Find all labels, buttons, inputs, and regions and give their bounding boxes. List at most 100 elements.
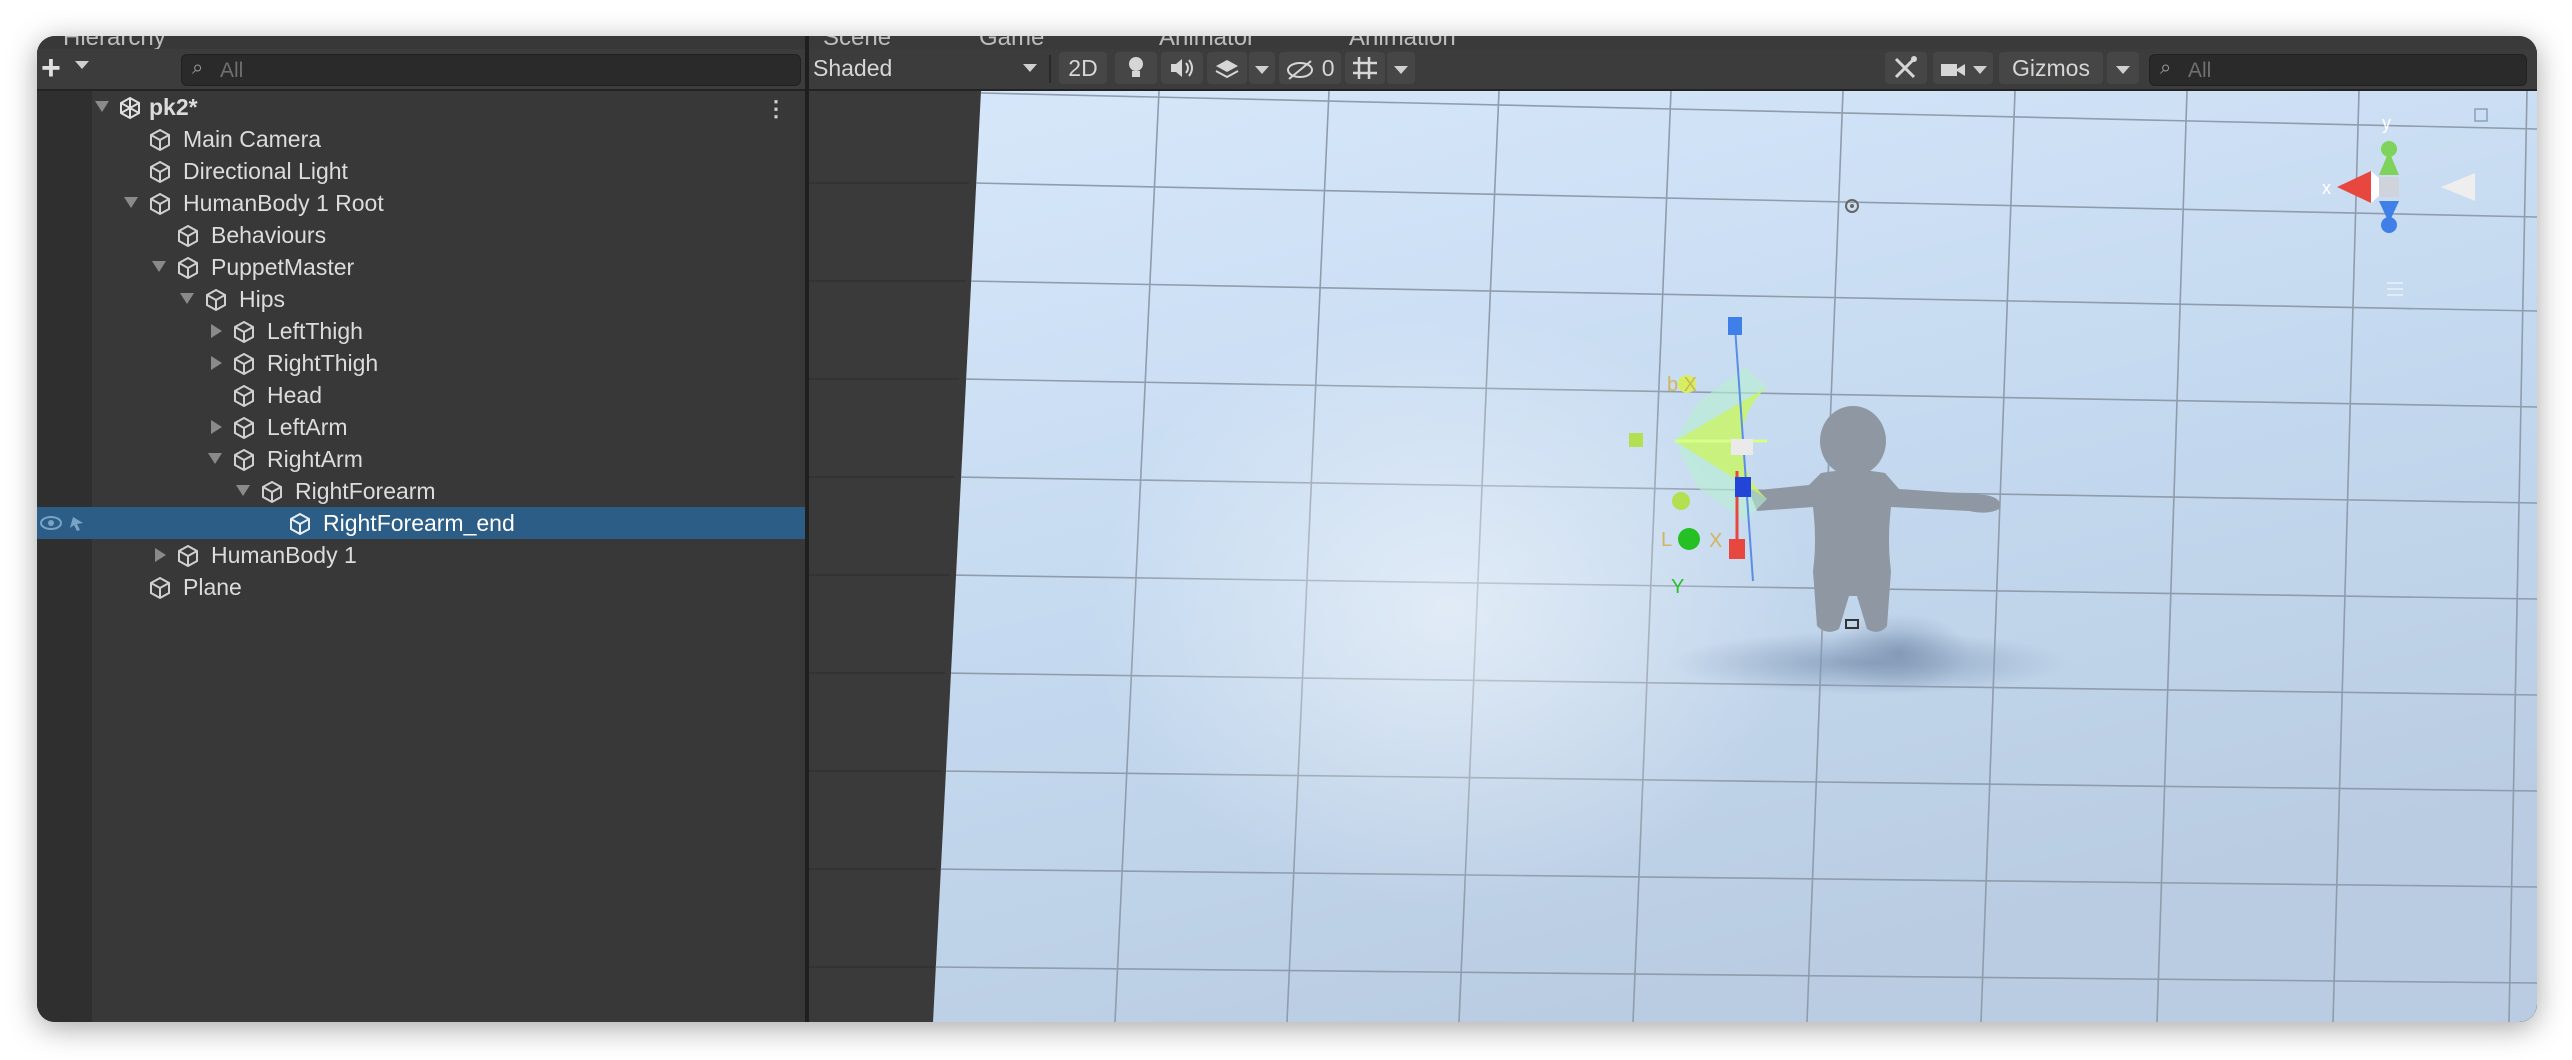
chevron-down-icon <box>1973 65 1988 74</box>
unity-scene-icon <box>120 96 140 120</box>
list-item-label: Main Camera <box>183 126 322 152</box>
camera-settings-dropdown[interactable] <box>1933 52 1993 84</box>
effects-dropdown[interactable] <box>1249 52 1275 84</box>
list-item[interactable]: Head <box>37 379 805 411</box>
list-item-label: PuppetMaster <box>211 254 355 280</box>
visibility-pick-icon[interactable] <box>39 511 93 535</box>
expand-arrow-icon[interactable] <box>152 261 166 272</box>
kebab-menu-icon[interactable]: ⋮ <box>765 96 787 122</box>
list-item[interactable]: Main Camera <box>37 123 805 155</box>
grid-toggle-button[interactable] <box>1345 52 1385 84</box>
gameobject-cube-icon <box>234 352 254 376</box>
gizmo-y-axis-label: Y <box>1671 576 1684 598</box>
gizmo-label-top: b X <box>1667 374 1697 396</box>
hierarchy-search-input[interactable]: ⌕ All <box>181 54 801 86</box>
list-item-label: RightArm <box>267 446 363 472</box>
audio-toggle-button[interactable] <box>1161 52 1203 84</box>
shading-mode-dropdown[interactable]: Shaded <box>813 52 1041 84</box>
lightbulb-icon <box>1129 57 1143 77</box>
list-item[interactable]: PuppetMaster <box>37 251 805 283</box>
list-item[interactable]: RightArm <box>37 443 805 475</box>
list-item-label: HumanBody 1 <box>211 542 357 568</box>
hierarchy-tab-label: Hierarchy <box>63 36 166 50</box>
toolbar-divider <box>1049 55 1051 83</box>
chevron-down-icon <box>1023 64 1037 72</box>
lighting-toggle-button[interactable] <box>1115 52 1157 84</box>
hidden-objects-toggle[interactable]: 0 <box>1279 52 1341 84</box>
2d-toggle-label: 2D <box>1068 55 1098 81</box>
tab-game[interactable]: Game <box>979 36 1044 50</box>
list-item-selected[interactable]: RightForearm_end <box>37 507 805 539</box>
gizmo-label-bottom-x: X <box>1709 530 1722 552</box>
tools-button[interactable] <box>1885 52 1927 84</box>
list-item[interactable]: Hips <box>37 283 805 315</box>
add-dropdown-caret-icon[interactable] <box>75 61 89 69</box>
expand-arrow-icon[interactable] <box>124 197 138 208</box>
gameobject-cube-icon <box>150 192 170 216</box>
scene-root-row[interactable]: pk2* ⋮ <box>37 91 805 123</box>
expand-arrow-icon[interactable] <box>236 485 250 496</box>
collapse-arrow-icon[interactable] <box>211 356 222 370</box>
gameobject-cube-icon <box>206 288 226 312</box>
list-item-label: Plane <box>183 574 242 600</box>
shading-mode-label: Shaded <box>813 55 893 81</box>
expand-arrow-icon[interactable] <box>180 293 194 304</box>
effects-toggle-button[interactable] <box>1207 52 1247 84</box>
add-button[interactable]: + <box>41 51 61 85</box>
list-item-label: Directional Light <box>183 158 348 184</box>
expand-arrow-icon[interactable] <box>208 453 222 464</box>
tools-icon <box>1894 56 1917 79</box>
list-item[interactable]: LeftThigh <box>37 315 805 347</box>
list-item-label: Hips <box>239 286 286 312</box>
tab-scene[interactable]: Scene <box>823 36 891 50</box>
effects-layers-icon <box>1215 60 1239 79</box>
tab-animation[interactable]: Animation <box>1349 36 1456 50</box>
unity-editor-window: Hierarchy + ⌕ All pk2* ⋮ Main Camera Dir… <box>37 36 2537 1022</box>
list-item[interactable]: HumanBody 1 Root <box>37 187 805 219</box>
gameobject-cube-icon <box>262 480 282 504</box>
collapse-arrow-icon[interactable] <box>211 324 222 338</box>
list-item-label: LeftArm <box>267 414 348 440</box>
gameobject-cube-icon <box>234 416 254 440</box>
grid-dropdown[interactable] <box>1387 52 1415 84</box>
speaker-icon <box>1171 59 1193 77</box>
chevron-down-icon <box>1394 65 1408 74</box>
scene-canvas[interactable]: b X L X Y y x <box>809 91 2537 1022</box>
character-shadow-body <box>1829 613 1969 693</box>
list-item[interactable]: Plane <box>37 571 805 603</box>
list-item[interactable]: LeftArm <box>37 411 805 443</box>
list-item-label: RightForearm <box>295 478 436 504</box>
list-item-label: Behaviours <box>211 222 327 248</box>
list-item[interactable]: RightThigh <box>37 347 805 379</box>
list-item-label: LeftThigh <box>267 318 363 344</box>
2d-toggle-button[interactable]: 2D <box>1059 52 1107 84</box>
scene-name: pk2* <box>149 94 198 120</box>
gameobject-cube-icon <box>178 544 198 568</box>
list-item[interactable]: RightForearm <box>37 475 805 507</box>
collapse-arrow-icon[interactable] <box>211 420 222 434</box>
chevron-down-icon <box>2116 65 2130 74</box>
hierarchy-tab[interactable]: Hierarchy <box>57 36 257 50</box>
gizmos-button[interactable]: Gizmos <box>1999 52 2103 84</box>
gizmos-dropdown[interactable] <box>2107 52 2139 84</box>
gameobject-cube-icon <box>290 512 310 536</box>
list-item-label: HumanBody 1 Root <box>183 190 384 216</box>
gameobject-cube-icon <box>234 448 254 472</box>
list-item[interactable]: HumanBody 1 <box>37 539 805 571</box>
gameobject-cube-icon <box>234 320 254 344</box>
gameobject-cube-icon <box>178 256 198 280</box>
list-item[interactable]: Directional Light <box>37 155 805 187</box>
grid-icon <box>1353 57 1377 79</box>
tab-animator[interactable]: Animator <box>1159 36 1255 50</box>
scene-search-placeholder: All <box>2188 59 2212 82</box>
list-item-label: RightThigh <box>267 350 379 376</box>
list-item-label: RightForearm_end <box>323 510 515 536</box>
expand-arrow-icon[interactable] <box>95 101 109 112</box>
collapse-arrow-icon[interactable] <box>155 548 166 562</box>
gizmo-label-bottom: L <box>1661 529 1672 551</box>
list-item[interactable]: Behaviours <box>37 219 805 251</box>
scene-search-input[interactable]: ⌕ All <box>2149 54 2527 86</box>
scene-viewport[interactable]: b X L X Y y x <box>809 91 2537 1022</box>
gameobject-cube-icon <box>178 224 198 248</box>
hidden-count: 0 <box>1321 55 1335 81</box>
